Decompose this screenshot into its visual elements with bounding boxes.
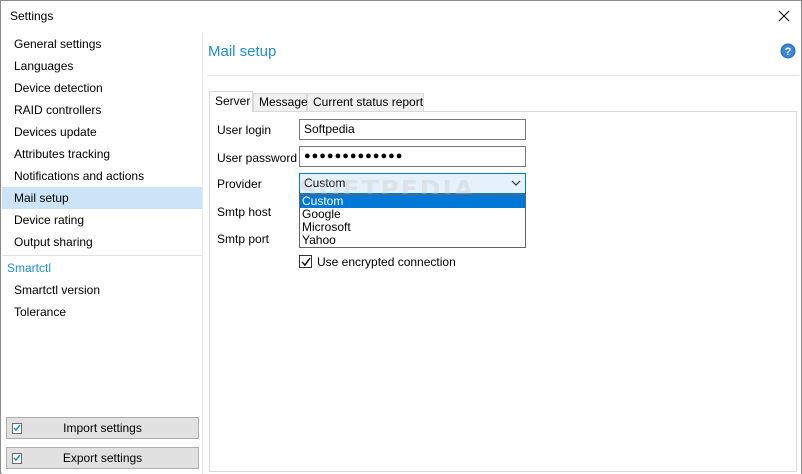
user-login-field[interactable]: Softpedia (299, 119, 526, 140)
sidebar-item-label: Smartctl version (14, 283, 101, 297)
sidebar-item-mail-setup[interactable]: Mail setup (2, 187, 202, 209)
close-icon (778, 10, 790, 22)
tab-label: Current status report (313, 95, 424, 109)
sidebar-item-devices-update[interactable]: Devices update (2, 121, 202, 143)
main-panel: Mail setup ? Server Message Current stat… (203, 33, 801, 474)
sidebar-item-label: General settings (14, 37, 102, 51)
sidebar-item-output-sharing[interactable]: Output sharing (2, 231, 202, 253)
provider-option-yahoo[interactable]: Yahoo (300, 234, 525, 247)
help-button[interactable]: ? (780, 43, 796, 59)
svg-text:?: ? (785, 46, 792, 58)
import-settings-label: Import settings (63, 421, 142, 435)
checkmark-icon (301, 257, 311, 267)
window-title: Settings (10, 9, 54, 23)
sidebar-item-label: Tolerance (14, 305, 67, 319)
smtp-host-label: Smtp host (217, 205, 272, 219)
sidebar-item-notifications[interactable]: Notifications and actions (2, 165, 202, 187)
tab-panel-server: User login Softpedia User password ●●●●●… (209, 111, 797, 472)
title-divider (207, 75, 799, 76)
tab-message[interactable]: Message (253, 93, 308, 112)
sidebar-item-label: Attributes tracking (14, 147, 111, 161)
close-button[interactable] (773, 5, 795, 27)
user-password-label: User password (217, 151, 298, 165)
sidebar-item-label: RAID controllers (14, 103, 102, 117)
tab-label: Message (259, 95, 308, 109)
sidebar-item-label: Device rating (14, 213, 85, 227)
export-icon (12, 453, 22, 464)
chevron-down-icon (511, 180, 521, 186)
provider-select[interactable]: Custom (299, 173, 526, 194)
encrypted-connection-label: Use encrypted connection (317, 255, 456, 269)
user-password-field[interactable]: ●●●●●●●●●●●●● (299, 146, 526, 167)
sidebar-item-label: Notifications and actions (14, 169, 145, 183)
sidebar-item-label: Devices update (14, 125, 97, 139)
section-header-smartctl: Smartctl (7, 261, 52, 275)
import-settings-button[interactable]: Import settings (6, 417, 199, 439)
provider-dropdown-list: Custom Google Microsoft Yahoo (299, 194, 526, 248)
export-settings-label: Export settings (62, 451, 143, 465)
tab-server[interactable]: Server (209, 91, 253, 112)
sidebar: General settings Languages Device detect… (2, 33, 202, 474)
provider-selected-value: Custom (304, 176, 346, 190)
user-login-label: User login (217, 123, 272, 137)
encrypted-connection-checkbox[interactable] (299, 255, 312, 268)
sidebar-item-label: Output sharing (14, 235, 93, 249)
title-bar: Settings (1, 1, 801, 32)
sidebar-item-device-rating[interactable]: Device rating (2, 209, 202, 231)
smtp-port-label: Smtp port (217, 232, 270, 246)
sidebar-item-raid-controllers[interactable]: RAID controllers (2, 99, 202, 121)
tab-label: Server (215, 94, 251, 108)
sidebar-item-label: Languages (14, 59, 74, 73)
tab-current-status-report[interactable]: Current status report (307, 93, 424, 112)
sidebar-item-tolerance[interactable]: Tolerance (2, 301, 202, 323)
export-settings-button[interactable]: Export settings (6, 447, 199, 469)
sidebar-item-label: Device detection (14, 81, 103, 95)
help-icon: ? (780, 43, 796, 59)
provider-label: Provider (217, 177, 262, 191)
sidebar-item-smartctl-version[interactable]: Smartctl version (2, 279, 202, 301)
sidebar-item-general-settings[interactable]: General settings (2, 33, 202, 55)
section-divider (2, 255, 202, 256)
sidebar-item-device-detection[interactable]: Device detection (2, 77, 202, 99)
import-icon (12, 423, 22, 434)
settings-window: Settings General settings Languages Devi… (0, 0, 802, 474)
sidebar-item-label: Mail setup (14, 191, 69, 205)
page-title: Mail setup (208, 43, 277, 60)
sidebar-item-languages[interactable]: Languages (2, 55, 202, 77)
sidebar-item-attributes-tracking[interactable]: Attributes tracking (2, 143, 202, 165)
